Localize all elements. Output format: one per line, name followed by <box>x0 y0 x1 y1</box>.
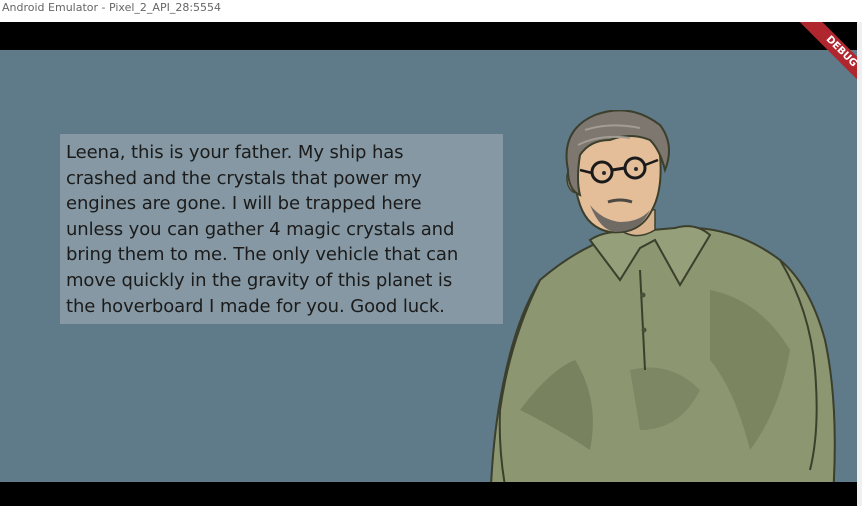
dialog-line: unless you can gather 4 magic crystals a… <box>66 218 455 240</box>
device-screen[interactable]: Leena, this is your father. My ship has … <box>0 22 857 506</box>
debug-banner: DEBUG <box>777 22 857 102</box>
dialog-text: Leena, this is your father. My ship has … <box>66 140 498 319</box>
debug-ribbon: DEBUG <box>792 22 857 101</box>
game-scene[interactable]: Leena, this is your father. My ship has … <box>0 50 857 482</box>
dialog-line: crashed and the crystals that power my <box>66 167 422 189</box>
dialog-line: engines are gone. I will be trapped here <box>66 193 422 215</box>
dialog-line: the hoverboard I made for you. Good luck… <box>66 295 445 317</box>
dialog-box[interactable]: Leena, this is your father. My ship has … <box>60 134 503 324</box>
window-title: Android Emulator - Pixel_2_API_28:5554 <box>2 1 222 14</box>
window-titlebar[interactable]: Android Emulator - Pixel_2_API_28:5554 <box>0 0 862 22</box>
window-border <box>857 22 862 506</box>
father-character-icon <box>490 110 836 482</box>
emulator-window: Android Emulator - Pixel_2_API_28:5554 L… <box>0 0 862 506</box>
dialog-line: Leena, this is your father. My ship has <box>66 142 404 163</box>
dialog-line: move quickly in the gravity of this plan… <box>66 269 453 291</box>
dialog-line: bring them to me. The only vehicle that … <box>66 244 459 266</box>
